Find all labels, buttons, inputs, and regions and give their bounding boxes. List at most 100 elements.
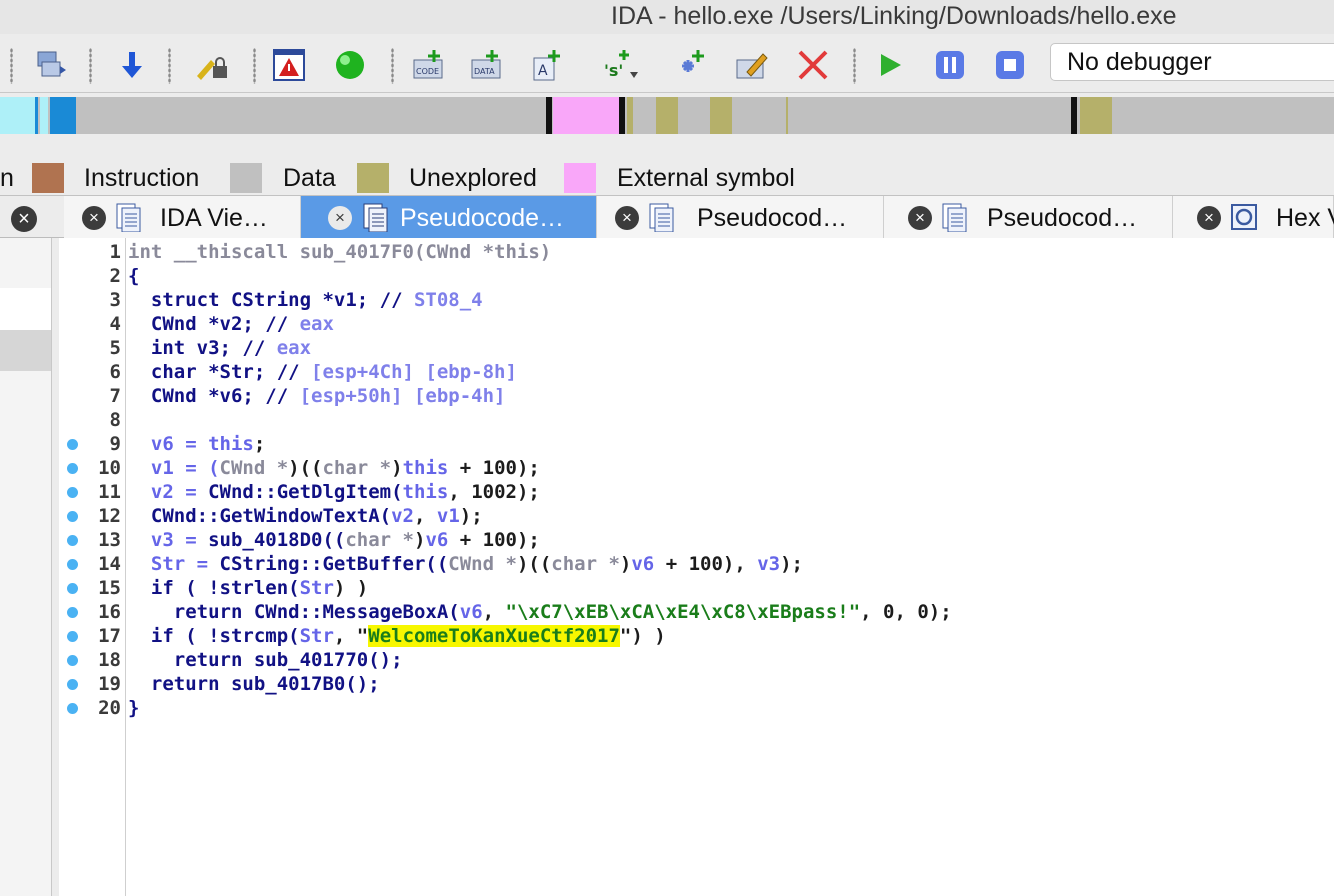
code-token: ) ) bbox=[333, 577, 369, 599]
code-token: CWnd * bbox=[219, 457, 289, 479]
code-line[interactable]: return sub_4017B0(); bbox=[128, 672, 380, 696]
code-token: )(( bbox=[516, 553, 552, 575]
close-panel-icon[interactable]: × bbox=[11, 206, 37, 232]
lock-key-icon[interactable] bbox=[193, 46, 231, 84]
tab-close-icon[interactable]: × bbox=[82, 206, 106, 230]
breakpoint-dot-icon[interactable] bbox=[67, 607, 78, 618]
code-line[interactable]: v1 = (CWnd *)((char *)this + 100); bbox=[128, 456, 540, 480]
code-add-icon[interactable]: CODE bbox=[410, 46, 448, 84]
code-token: char * bbox=[551, 553, 620, 575]
code-line[interactable]: v3 = sub_4018D0((char *)v6 + 100); bbox=[128, 528, 540, 552]
code-line[interactable]: CWnd *v2; // eax bbox=[128, 312, 334, 336]
tab-close-icon[interactable]: × bbox=[328, 206, 352, 230]
breakpoint-dot-icon[interactable] bbox=[67, 463, 78, 474]
toolbar-separator bbox=[89, 48, 92, 84]
open-binary-icon[interactable] bbox=[32, 46, 70, 84]
code-line[interactable]: Str = CString::GetBuffer((CWnd *)((char … bbox=[128, 552, 803, 576]
code-token: ) bbox=[391, 457, 403, 479]
tab-ida-view[interactable]: × IDA Vie… bbox=[64, 196, 301, 239]
legend-bar: n Instruction Data Unexplored External s… bbox=[0, 158, 1334, 195]
tab-pseudocode-b[interactable]: × Pseudocod… bbox=[597, 196, 884, 239]
code-token: "\xC7\xEB\xCA\xE4\xC8\xEBpass!" bbox=[505, 601, 861, 623]
pseudocode-editor[interactable]: int __thiscall sub_4017F0(CWnd *this){ s… bbox=[126, 238, 1334, 896]
list-item[interactable] bbox=[0, 288, 51, 331]
code-line[interactable]: CWnd *v6; // [esp+50h] [ebp-4h] bbox=[128, 384, 506, 408]
code-token: this bbox=[402, 481, 449, 503]
code-line[interactable]: return sub_401770(); bbox=[128, 648, 403, 672]
breakpoint-dot-icon[interactable] bbox=[67, 679, 78, 690]
code-line[interactable]: if ( !strcmp(Str, "WelcomeToKanXueCtf201… bbox=[128, 624, 666, 648]
breakpoint-dot-icon[interactable] bbox=[67, 655, 78, 666]
breakpoint-dot-icon[interactable] bbox=[67, 511, 78, 522]
play-icon[interactable] bbox=[871, 46, 909, 84]
tab-pseudocode-a[interactable]: × Pseudocode… bbox=[301, 196, 597, 239]
breakpoint-dot-icon[interactable] bbox=[67, 703, 78, 714]
code-line[interactable]: CWnd::GetWindowTextA(v2, v1); bbox=[128, 504, 483, 528]
code-token: eax bbox=[299, 313, 334, 335]
line-number: 2 bbox=[109, 265, 121, 287]
code-token: if ( !strlen( bbox=[128, 577, 300, 599]
code-token: v6 bbox=[459, 601, 483, 623]
delete-x-icon[interactable] bbox=[794, 46, 832, 84]
breakpoint-dot-icon[interactable] bbox=[67, 535, 78, 546]
code-line[interactable]: v2 = CWnd::GetDlgItem(this, 1002); bbox=[128, 480, 540, 504]
code-token: ) bbox=[414, 529, 426, 551]
breakpoint-dot-icon[interactable] bbox=[67, 583, 78, 594]
run-green-circle-icon[interactable] bbox=[331, 46, 369, 84]
code-line[interactable]: if ( !strlen(Str) ) bbox=[128, 576, 368, 600]
tab-hex-view[interactable]: × Hex V bbox=[1173, 196, 1334, 239]
list-item[interactable] bbox=[0, 330, 51, 371]
segment-add-icon[interactable]: 's' bbox=[600, 46, 638, 84]
tab-close-icon[interactable]: × bbox=[615, 206, 639, 230]
code-line[interactable]: int __thiscall sub_4017F0(CWnd *this) bbox=[128, 240, 551, 264]
legend-swatch-external-symbol bbox=[564, 163, 596, 193]
code-token: eax bbox=[276, 337, 312, 359]
code-token: CWnd *v6; // bbox=[128, 385, 300, 407]
code-line[interactable]: { bbox=[128, 264, 139, 288]
tab-close-icon[interactable]: × bbox=[908, 206, 932, 230]
stop-icon[interactable] bbox=[991, 46, 1029, 84]
string-add-icon[interactable]: A bbox=[528, 46, 566, 84]
code-line[interactable]: } bbox=[128, 696, 139, 720]
code-token: Str bbox=[299, 625, 334, 647]
code-line[interactable]: v6 = this; bbox=[128, 432, 265, 456]
code-token: CWnd::GetWindowTextA( bbox=[128, 505, 392, 527]
tab-bar: × × IDA Vie… × Pseudocode… × Pseudocod… … bbox=[0, 195, 1334, 239]
breakpoint-dot-icon[interactable] bbox=[67, 439, 78, 450]
code-token: ST08_4 bbox=[413, 289, 483, 311]
code-token: , 1002); bbox=[448, 481, 540, 503]
tab-pseudocode-c[interactable]: × Pseudocod… bbox=[884, 196, 1173, 239]
code-token: if ( !strcmp( bbox=[128, 625, 300, 647]
legend-label-unexplored: Unexplored bbox=[409, 164, 537, 192]
navigation-band[interactable] bbox=[0, 97, 1334, 134]
left-panel[interactable] bbox=[0, 238, 52, 896]
nav-segment bbox=[627, 97, 633, 134]
code-line[interactable]: char *Str; // [esp+4Ch] [ebp-8h] bbox=[128, 360, 517, 384]
main-toolbar: CODE DATA A 's' No debugger bbox=[0, 34, 1334, 93]
code-line[interactable]: int v3; // eax bbox=[128, 336, 311, 360]
legend-label-data: Data bbox=[283, 164, 336, 192]
breakpoint-dot-icon[interactable] bbox=[67, 559, 78, 570]
line-number-gutter: 1 2 3 4 5 6 7 8 9 10 11 12 13 14 15 16 17 18 19 20 bbox=[59, 238, 126, 896]
jump-arrow-icon[interactable] bbox=[113, 46, 151, 84]
code-token: CWnd *v2; // bbox=[128, 313, 300, 335]
code-token: int v3; // bbox=[128, 337, 277, 359]
code-token: Str = bbox=[128, 553, 220, 575]
code-line[interactable]: return CWnd::MessageBoxA(v6, "\xC7\xEB\x… bbox=[128, 600, 952, 624]
document-icon bbox=[649, 203, 674, 232]
list-item[interactable] bbox=[0, 238, 51, 289]
code-line[interactable]: struct CString *v1; // ST08_4 bbox=[128, 288, 483, 312]
pause-icon[interactable] bbox=[931, 46, 969, 84]
breakpoint-dot-icon[interactable] bbox=[67, 487, 78, 498]
struct-add-icon[interactable] bbox=[672, 46, 710, 84]
title-bar: IDA - hello.exe /Users/Linking/Downloads… bbox=[0, 0, 1334, 34]
tab-close-icon[interactable]: × bbox=[1197, 206, 1221, 230]
code-token: , " bbox=[333, 625, 369, 647]
code-token: return bbox=[128, 601, 254, 623]
warning-window-icon[interactable] bbox=[270, 46, 308, 84]
code-token: , bbox=[414, 505, 437, 527]
debugger-select[interactable]: No debugger bbox=[1050, 43, 1334, 81]
data-add-icon[interactable]: DATA bbox=[468, 46, 506, 84]
edit-pencil-icon[interactable] bbox=[733, 46, 771, 84]
breakpoint-dot-icon[interactable] bbox=[67, 631, 78, 642]
